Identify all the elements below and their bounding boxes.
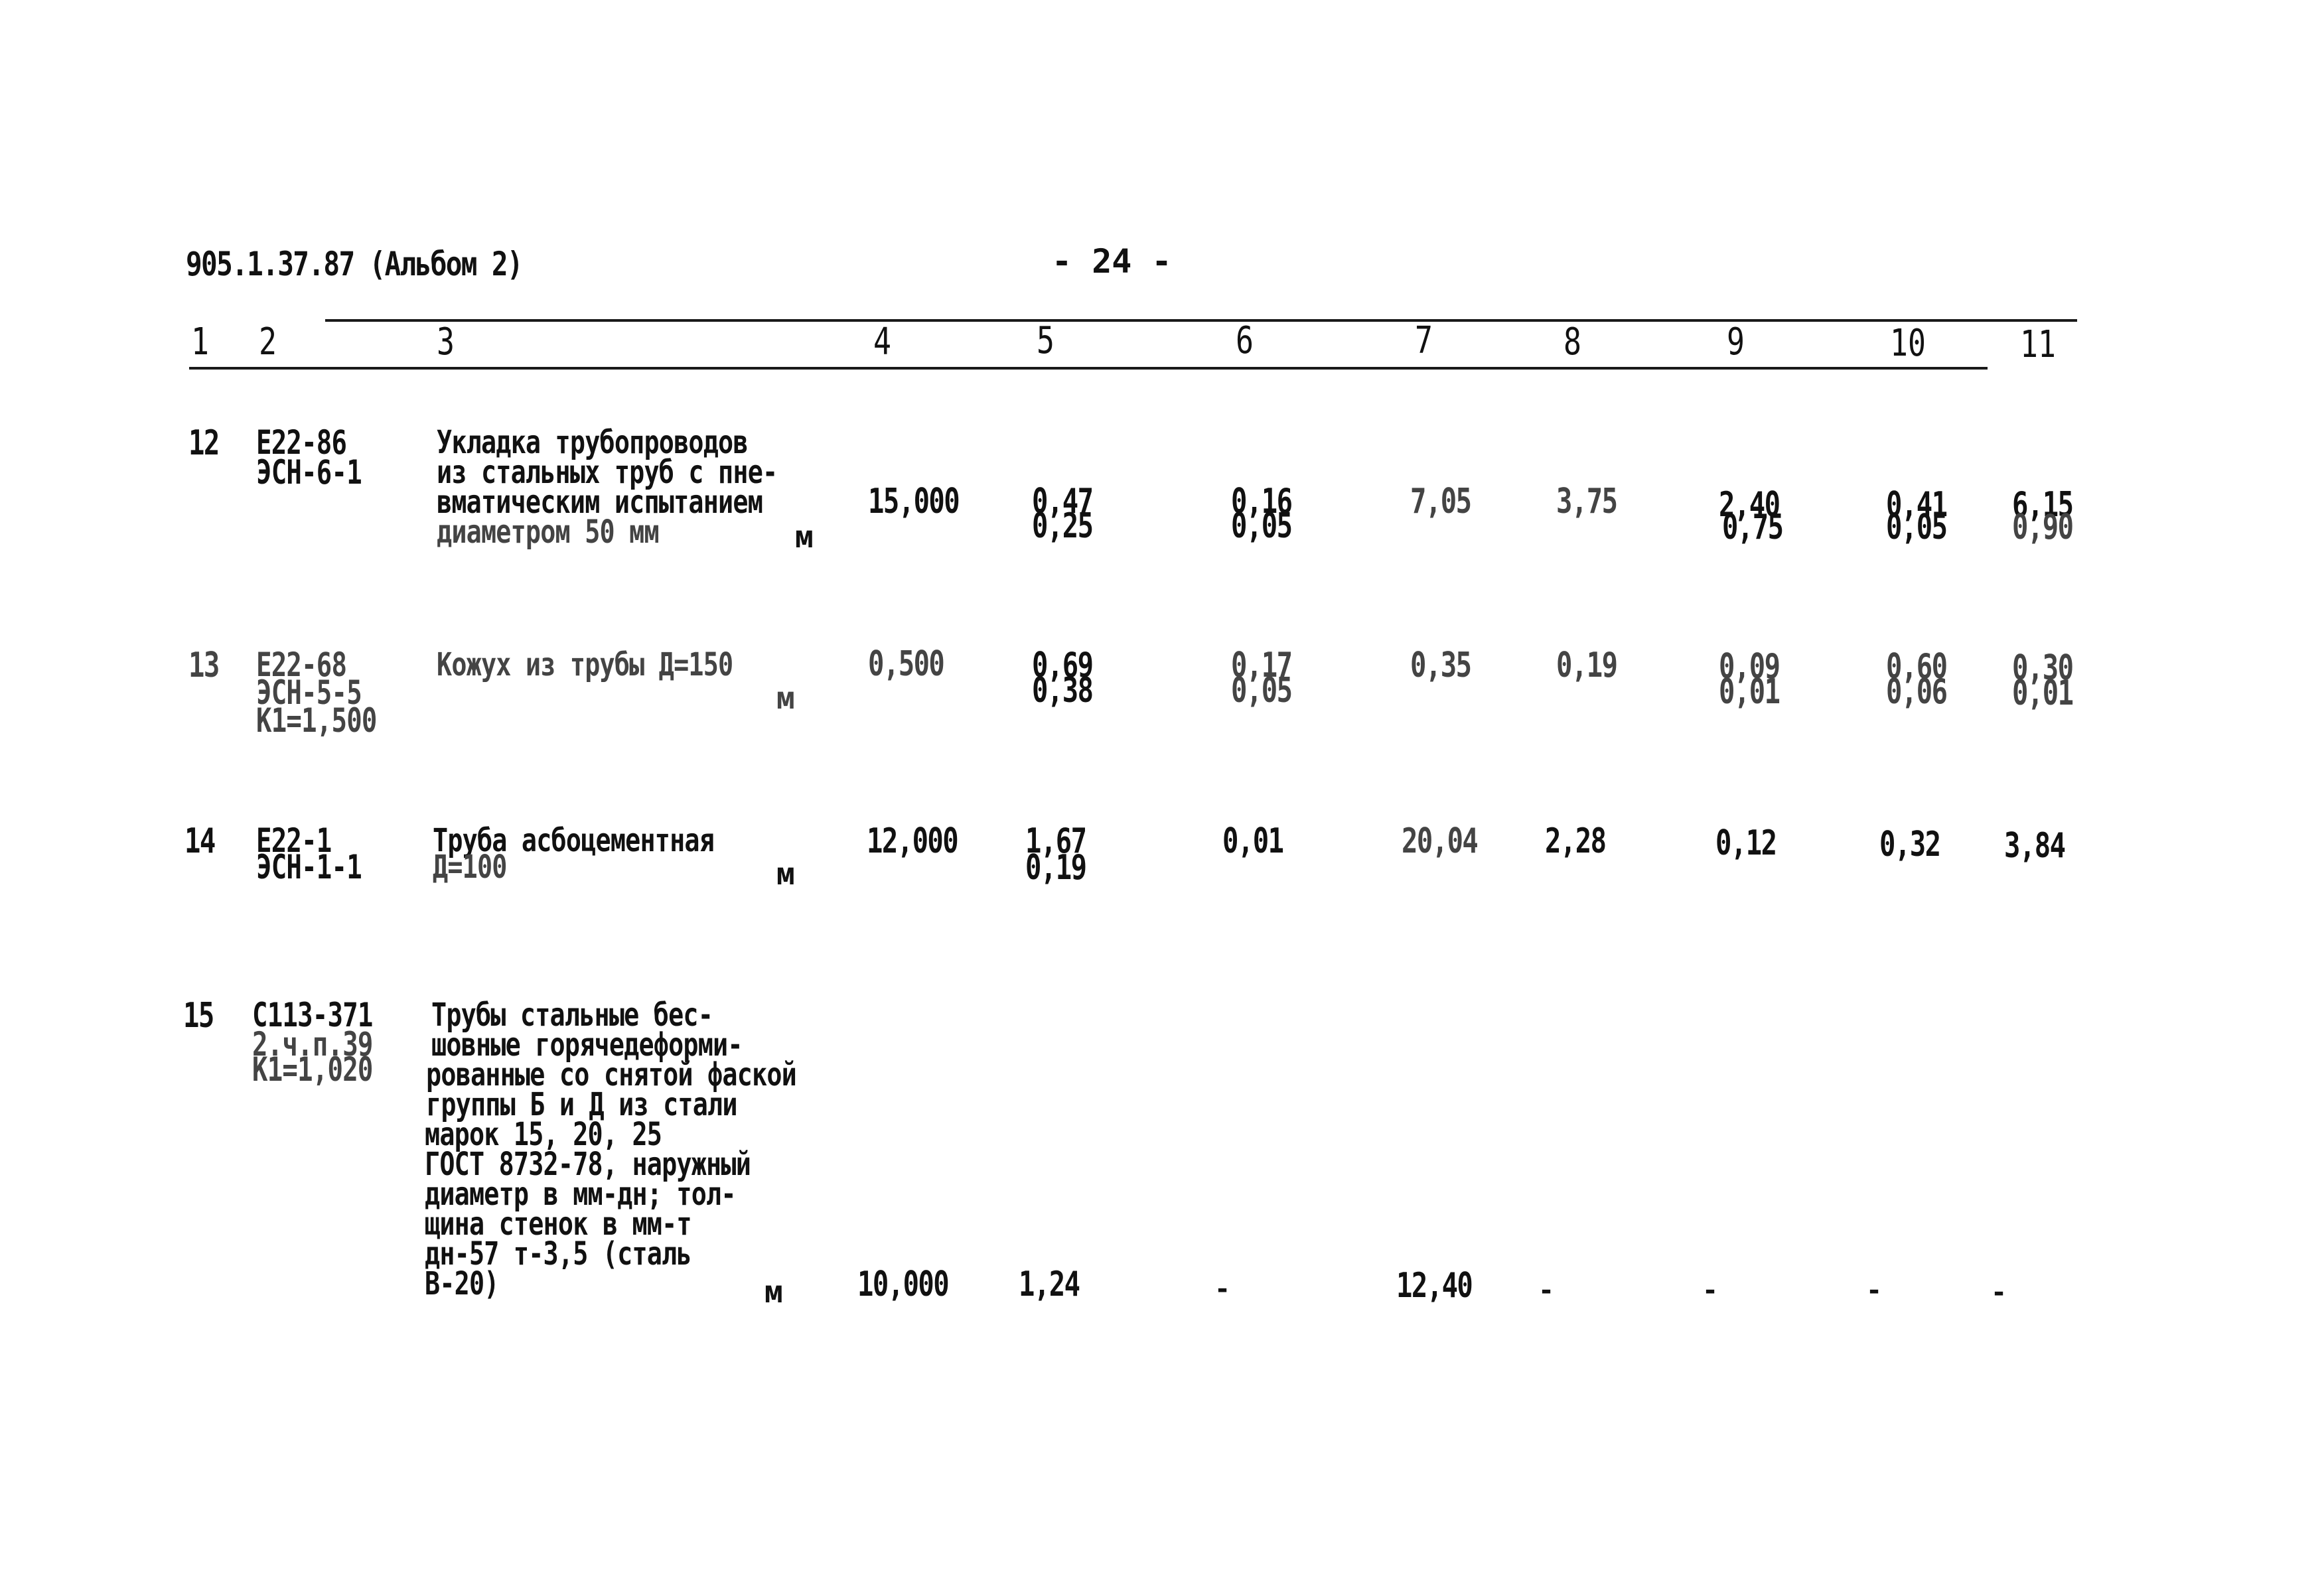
norm-code: ЭСН-6-1	[256, 453, 362, 492]
col8-value: -	[1538, 1275, 1555, 1306]
norm-code: К1=1,500	[256, 701, 377, 740]
column-header: 2	[259, 320, 277, 364]
unit: м	[776, 680, 795, 716]
quantity: 12,000	[867, 821, 959, 861]
row-number: 15	[183, 996, 214, 1036]
col6-value: -	[1214, 1274, 1231, 1304]
column-header: 7	[1415, 319, 1433, 362]
col5-value: 1,24	[1019, 1265, 1080, 1304]
col6-value: 0,01	[1222, 821, 1284, 861]
col11-value: 0,90	[2012, 508, 2074, 547]
work-description: Кожух из трубы Д=150	[437, 646, 733, 683]
header-bottom-rule	[189, 367, 1988, 370]
column-header: 4	[873, 320, 891, 364]
col7-value: 0,35	[1410, 646, 1472, 685]
col10-value: 0,06	[1886, 672, 1948, 712]
unit: м	[795, 519, 814, 555]
col5-value: 0,19	[1025, 848, 1087, 888]
norm-code: К1=1,020	[252, 1050, 373, 1089]
work-description: В-20)	[425, 1265, 499, 1302]
norm-code: ЭСН-1-1	[256, 848, 362, 886]
row-number: 14	[184, 821, 216, 861]
row-number: 12	[188, 423, 220, 463]
col11-value: 3,84	[2004, 826, 2066, 866]
column-header: 9	[1727, 320, 1745, 364]
header-top-rule	[325, 319, 2077, 322]
col5-value: 0,25	[1032, 506, 1094, 546]
col9-value: 0,01	[1719, 672, 1780, 712]
work-description: диаметром 50 мм	[437, 514, 660, 551]
unit: м	[776, 856, 795, 892]
column-header: 1	[191, 320, 209, 364]
col10-value: 0,05	[1886, 508, 1948, 547]
document-code: 905.1.37.87 (Альбом 2)	[186, 245, 524, 283]
col11-value: 0,01	[2012, 673, 2074, 713]
column-header: 3	[437, 320, 455, 364]
unit: м	[764, 1274, 783, 1310]
quantity: 0,500	[868, 644, 945, 684]
col8-value: 0,19	[1556, 646, 1618, 685]
col10-value: -	[1866, 1275, 1883, 1306]
column-header: 5	[1037, 319, 1054, 362]
col7-value: 12,40	[1396, 1266, 1473, 1306]
column-header: 11	[2020, 323, 2056, 366]
col7-value: 20,04	[1402, 821, 1479, 861]
quantity: 15,000	[868, 482, 960, 521]
col10-value: 0,32	[1879, 825, 1941, 864]
col9-value: 0,12	[1715, 823, 1777, 863]
column-header: 6	[1236, 319, 1254, 362]
col6-value: 0,05	[1231, 506, 1293, 546]
col8-value: 2,28	[1545, 821, 1607, 861]
quantity: 10,000	[857, 1265, 950, 1304]
col6-value: 0,05	[1231, 671, 1293, 711]
col11-value: -	[1991, 1277, 2007, 1308]
page-number: - 24 -	[1052, 242, 1172, 281]
col9-value: 0,75	[1722, 508, 1784, 547]
col9-value: -	[1702, 1275, 1719, 1306]
work-description: Д=100	[433, 849, 507, 886]
col8-value: 3,75	[1556, 482, 1618, 521]
row-number: 13	[188, 646, 220, 685]
col7-value: 7,05	[1410, 482, 1472, 521]
col5-value: 0,38	[1032, 671, 1094, 711]
column-header: 10	[1890, 322, 1926, 365]
column-header: 8	[1563, 320, 1581, 364]
